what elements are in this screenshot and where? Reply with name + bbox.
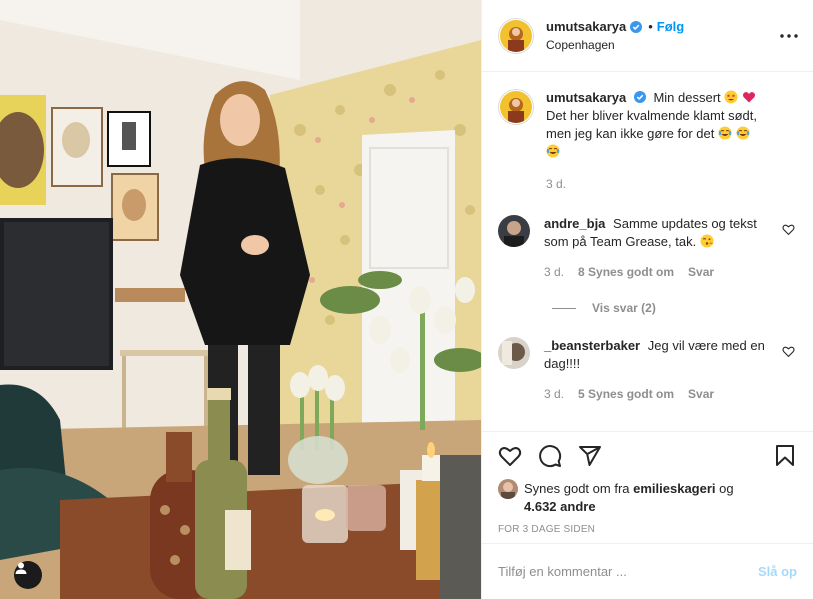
post-side-panel: umutsakarya • Følg Copenhagen umutsakary… xyxy=(481,0,813,599)
avatar-image xyxy=(498,337,530,369)
post-photo-illustration xyxy=(0,0,481,599)
tagged-users-button[interactable] xyxy=(14,561,42,589)
comment-likes[interactable]: 8 Synes godt om xyxy=(578,263,674,281)
comment-likes[interactable]: 5 Synes godt om xyxy=(578,385,674,403)
likes-prefix: Synes godt om fra xyxy=(524,481,630,496)
replies-divider-line xyxy=(552,307,576,309)
avatar-image xyxy=(498,479,518,499)
avatar-image xyxy=(498,215,530,247)
more-horizontal-icon xyxy=(780,34,798,38)
tears-of-joy-emoji-icon xyxy=(718,126,732,140)
star-struck-emoji-icon xyxy=(724,90,738,104)
save-bookmark-icon[interactable] xyxy=(773,444,797,468)
likes-connector: og xyxy=(719,481,734,496)
like-comment-heart-icon[interactable] xyxy=(782,223,795,236)
follow-button[interactable]: Følg xyxy=(657,19,684,34)
post-comment-button[interactable]: Slå op xyxy=(758,564,797,579)
share-paper-plane-icon[interactable] xyxy=(578,444,602,468)
verified-badge-icon xyxy=(633,91,646,103)
separator-dot: • xyxy=(648,19,653,34)
comment-item: andre_bja Samme updates og tekst som på … xyxy=(498,215,797,281)
caption: umutsakarya Min dessert Det her bliver k… xyxy=(498,89,797,193)
comment-reply-button[interactable]: Svar xyxy=(688,385,714,403)
add-comment-bar: Slå op xyxy=(482,543,813,599)
comment-reply-button[interactable]: Svar xyxy=(688,263,714,281)
comment-bubble-icon[interactable] xyxy=(538,444,562,468)
tears-of-joy-emoji-icon xyxy=(546,144,560,158)
caption-username[interactable]: umutsakarya xyxy=(546,90,626,105)
comment-username[interactable]: andre_bja xyxy=(544,216,605,231)
like-comment-heart-icon[interactable] xyxy=(782,345,795,358)
author-avatar[interactable] xyxy=(498,17,534,54)
more-options-button[interactable] xyxy=(779,26,799,46)
liker-username[interactable]: emilieskageri xyxy=(633,481,715,496)
post-modal: umutsakarya • Følg Copenhagen umutsakary… xyxy=(0,0,813,599)
caption-line-2: Det her bliver kvalmende klamt sødt, xyxy=(546,108,757,123)
caption-line-1: Min dessert xyxy=(653,90,721,105)
avatar-image xyxy=(500,91,532,123)
comment-username[interactable]: _beansterbaker xyxy=(544,338,640,353)
action-icons xyxy=(498,432,797,480)
likes-others-count[interactable]: 4.632 andre xyxy=(524,499,596,514)
verified-badge-icon xyxy=(630,20,643,33)
view-replies-button[interactable]: Vis svar (2) xyxy=(552,301,797,315)
author-username[interactable]: umutsakarya xyxy=(546,19,626,34)
kissing-heart-emoji-icon xyxy=(700,234,714,248)
post-location[interactable]: Copenhagen xyxy=(546,38,684,52)
comment-avatar[interactable] xyxy=(498,215,530,247)
caption-avatar[interactable] xyxy=(498,89,534,125)
post-actions: Synes godt om fra emilieskageri og 4.632… xyxy=(482,431,813,535)
post-photo[interactable] xyxy=(0,0,481,599)
comment-time[interactable]: 3 d. xyxy=(544,263,564,281)
comment-item: _beansterbaker Jeg vil være med en dag!!… xyxy=(498,337,797,403)
liker-avatar[interactable] xyxy=(498,479,518,499)
caption-line-3: men jeg kan ikke gøre for det xyxy=(546,126,715,141)
comment-avatar[interactable] xyxy=(498,337,530,369)
caption-time[interactable]: 3 d. xyxy=(546,175,566,193)
tears-of-joy-emoji-icon xyxy=(736,126,750,140)
comment-time[interactable]: 3 d. xyxy=(544,385,564,403)
red-heart-emoji-icon xyxy=(742,92,755,103)
comment-input[interactable] xyxy=(498,564,758,579)
user-icon xyxy=(15,562,27,574)
view-replies-label: Vis svar (2) xyxy=(592,301,656,315)
like-heart-icon[interactable] xyxy=(498,444,522,468)
likes-summary: Synes godt om fra emilieskageri og 4.632… xyxy=(498,479,797,516)
post-header: umutsakarya • Følg Copenhagen xyxy=(482,0,813,72)
post-timestamp[interactable]: FOR 3 DAGE SIDEN xyxy=(498,524,797,535)
comments-list[interactable]: umutsakarya Min dessert Det her bliver k… xyxy=(482,73,813,431)
avatar-image xyxy=(500,19,532,52)
